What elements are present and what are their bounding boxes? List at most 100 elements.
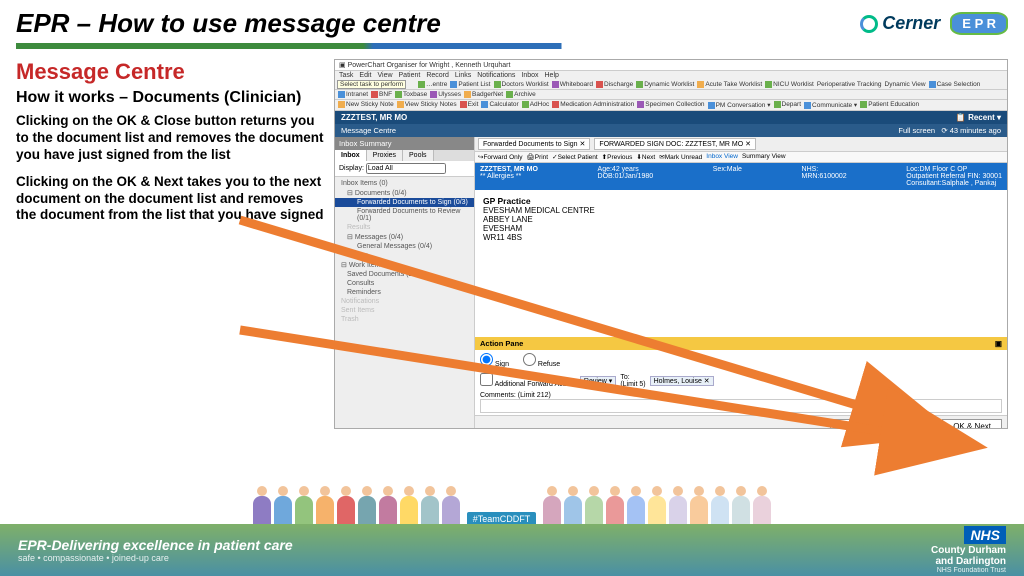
- menu-record[interactable]: Record: [426, 72, 449, 79]
- tb-case-selection[interactable]: Case Selection: [929, 81, 981, 88]
- tb-doctors-worklist[interactable]: Doctors Worklist: [494, 81, 549, 88]
- ok-close-button[interactable]: OK & Close: [873, 419, 937, 429]
- module-name: Message Centre: [341, 126, 396, 135]
- dt-print[interactable]: 🖨Print: [526, 153, 548, 161]
- tree-consults[interactable]: Consults: [335, 279, 474, 288]
- dt-summary-view[interactable]: Summary View: [742, 153, 786, 161]
- footer-tagline: EPR-Delivering excellence in patient car…: [18, 537, 293, 553]
- tb-dynamic-view[interactable]: Dynamic View: [885, 81, 926, 88]
- link-archive[interactable]: Archive: [506, 91, 536, 98]
- tree-orders[interactable]: Orders: [335, 251, 474, 260]
- menu-task[interactable]: Task: [339, 72, 353, 79]
- tree-fwd-review[interactable]: Forwarded Documents to Review (0/1): [335, 207, 474, 223]
- dt-previous[interactable]: ⬆Previous: [602, 153, 633, 161]
- tb-pm-conv[interactable]: PM Conversation ▾: [708, 101, 771, 109]
- tooltip: Select task to perform: [337, 80, 406, 89]
- tb-patient-list[interactable]: Patient List: [450, 81, 490, 88]
- tree-reminders[interactable]: Reminders: [335, 288, 474, 297]
- tb-discharge[interactable]: Discharge: [596, 81, 633, 88]
- comments-row: Comments: (Limit 212): [475, 390, 1007, 415]
- slide-title-bar: EPR – How to use message centre Cerner E…: [0, 0, 1024, 39]
- tb-calculator[interactable]: Calculator: [481, 101, 518, 109]
- ok-next-button[interactable]: OK & Next: [942, 419, 1002, 429]
- tree-saved-docs[interactable]: Saved Documents (2/2): [335, 270, 474, 279]
- tree-sent[interactable]: Sent Items: [335, 306, 474, 315]
- menu-notifications[interactable]: Notifications: [477, 72, 515, 79]
- dt-mark-unread[interactable]: ✉Mark Unread: [659, 153, 702, 161]
- tb-whiteboard[interactable]: Whiteboard: [552, 81, 593, 88]
- tb-dynamic-worklist[interactable]: Dynamic Worklist: [636, 81, 694, 88]
- footer-left: EPR-Delivering excellence in patient car…: [18, 537, 293, 563]
- tree-general-msgs[interactable]: General Messages (0/4): [335, 242, 474, 251]
- next-button[interactable]: Next: [830, 419, 868, 429]
- display-select[interactable]: [366, 163, 446, 174]
- tb-depart[interactable]: Depart: [774, 101, 802, 109]
- tab-pools[interactable]: Pools: [403, 150, 434, 161]
- menu-patient[interactable]: Patient: [399, 72, 421, 79]
- menu-inbox[interactable]: Inbox: [521, 72, 538, 79]
- tree-inbox-items[interactable]: Inbox Items (0): [335, 179, 474, 188]
- tree-documents[interactable]: ⊟ Documents (0/4): [335, 188, 474, 198]
- dt-next[interactable]: ⬇Next: [636, 153, 655, 161]
- menu-edit[interactable]: Edit: [359, 72, 371, 79]
- tree-notifications[interactable]: Notifications: [335, 297, 474, 306]
- dt-select-patient[interactable]: ✓Select Patient: [552, 153, 598, 161]
- tb-patient-ed[interactable]: Patient Education: [860, 101, 919, 109]
- tb-med-admin[interactable]: Medication Administration: [552, 101, 634, 109]
- dt-inbox-view[interactable]: Inbox View: [706, 153, 738, 161]
- fwd-checkbox[interactable]: Additional Forward Action:: [480, 373, 576, 388]
- doc-line-4: WR11 4BS: [483, 233, 522, 242]
- tb-new-sticky[interactable]: New Sticky Note: [338, 101, 394, 109]
- menu-links[interactable]: Links: [455, 72, 471, 79]
- link-badgernet[interactable]: BadgerNet: [464, 91, 503, 98]
- people-illustration: #TeamCDDFT: [0, 470, 1024, 530]
- doc-tab-2[interactable]: FORWARDED SIGN DOC: ZZZTEST, MR MO ✕: [594, 138, 756, 150]
- banner-mid3: NHS:MRN:6100002: [802, 166, 847, 187]
- tb-exit[interactable]: Exit: [460, 101, 479, 109]
- tb-acute-take[interactable]: Acute Take Worklist: [697, 81, 762, 88]
- sign-radio[interactable]: Sign: [480, 353, 509, 368]
- fwd-action-select[interactable]: Review ▾: [580, 376, 616, 386]
- tb-entre[interactable]: …entre: [418, 81, 447, 88]
- app-main: Inbox Summary Inbox Proxies Pools Displa…: [335, 137, 1007, 429]
- footer-right: NHS County Durham and Darlington NHS Fou…: [931, 526, 1006, 574]
- logo-group: Cerner E P R: [860, 12, 1008, 35]
- display-row: Display:: [335, 161, 474, 177]
- tb-view-sticky[interactable]: View Sticky Notes: [397, 101, 457, 109]
- tb-periop[interactable]: Perioperative Tracking: [817, 81, 882, 88]
- patient-banner: ZZZTEST, MR MO** Allergies ** Age:42 yea…: [475, 163, 1007, 190]
- tree-results[interactable]: Results: [335, 223, 474, 232]
- recipient-chip[interactable]: Holmes, Louise ✕: [650, 376, 714, 386]
- to-label: To:(Limit 5): [620, 374, 645, 388]
- comments-label: Comments: (Limit 212): [480, 392, 551, 399]
- tb-communicate[interactable]: Communicate ▾: [804, 101, 857, 109]
- link-intranet[interactable]: Intranet: [338, 91, 368, 98]
- tree-trash[interactable]: Trash: [335, 315, 474, 324]
- inbox-tree: Inbox Items (0) ⊟ Documents (0/4) Forwar…: [335, 177, 474, 326]
- dt-forward-only[interactable]: ↪Forward Only: [478, 153, 522, 161]
- action-pane-header: Action Pane▣: [475, 337, 1007, 350]
- cerner-swirl-icon: [860, 15, 878, 33]
- doc-tab-1[interactable]: Forwarded Documents to Sign ✕: [478, 138, 590, 150]
- doc-toolbar: ↪Forward Only 🖨Print ✓Select Patient ⬆Pr…: [475, 152, 1007, 163]
- refuse-radio[interactable]: Refuse: [523, 353, 560, 368]
- tb-nicu[interactable]: NICU Worklist: [765, 81, 814, 88]
- menu-help[interactable]: Help: [545, 72, 559, 79]
- link-ulysses[interactable]: Ulysses: [430, 91, 461, 98]
- tab-proxies[interactable]: Proxies: [367, 150, 403, 161]
- sign-row: Sign Refuse: [475, 350, 1007, 371]
- banner-right: Loc:DM Floor C OPOutpatient Referral FIN…: [906, 166, 1002, 187]
- menu-bar[interactable]: Task Edit View Patient Record Links Noti…: [335, 71, 1007, 80]
- link-bnf[interactable]: BNF: [371, 91, 392, 98]
- banner-left: ZZZTEST, MR MO** Allergies **: [480, 166, 538, 187]
- tree-work-items[interactable]: ⊟ Work Items (2): [335, 260, 474, 270]
- tree-fwd-sign[interactable]: Forwarded Documents to Sign (0/3): [335, 198, 474, 207]
- tab-inbox[interactable]: Inbox: [335, 150, 367, 161]
- menu-view[interactable]: View: [377, 72, 392, 79]
- recent-dropdown[interactable]: 📋 Recent ▾: [956, 113, 1001, 122]
- comments-input[interactable]: [480, 399, 1002, 413]
- link-toxbase[interactable]: Toxbase: [395, 91, 427, 98]
- tb-adhoc[interactable]: AdHoc: [522, 101, 550, 109]
- tb-specimen[interactable]: Specimen Collection: [637, 101, 704, 109]
- tree-messages[interactable]: ⊟ Messages (0/4): [335, 232, 474, 242]
